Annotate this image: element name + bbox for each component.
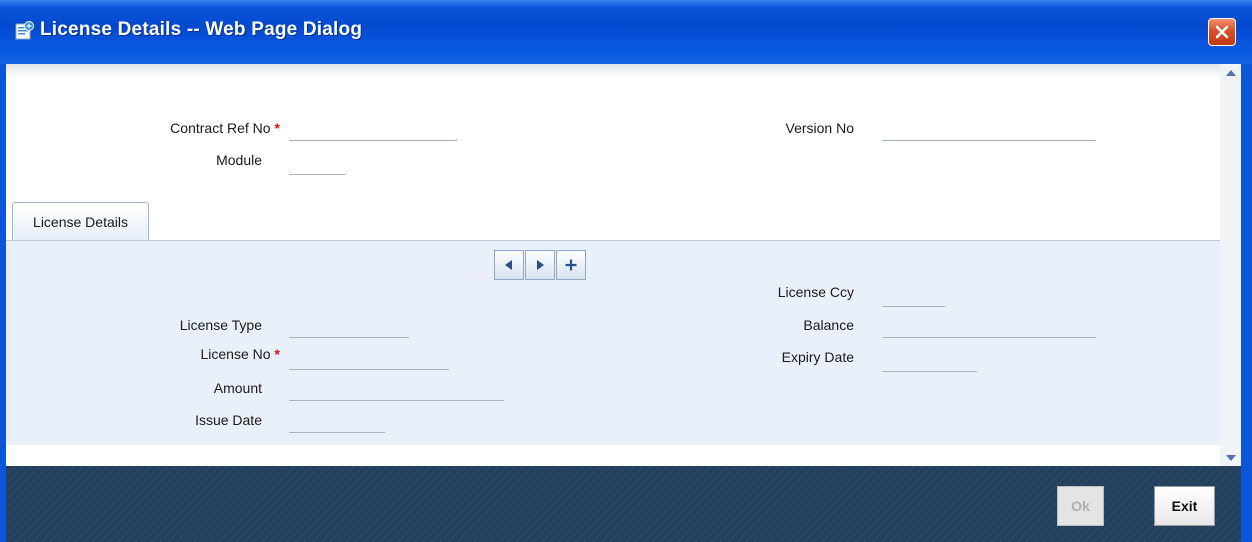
page-dialog-icon bbox=[15, 21, 34, 40]
window-frame-right bbox=[1241, 64, 1252, 542]
issue-date-label: Issue Date bbox=[195, 412, 262, 428]
license-type-field[interactable] bbox=[289, 322, 409, 338]
title-bar: License Details -- Web Page Dialog bbox=[0, 0, 1252, 64]
ok-button[interactable]: Ok bbox=[1057, 486, 1104, 526]
license-type-label: License Type bbox=[179, 317, 262, 333]
close-icon bbox=[1215, 25, 1229, 39]
previous-icon bbox=[505, 260, 512, 270]
version-no-label: Version No bbox=[785, 120, 854, 136]
scroll-down-button[interactable] bbox=[1222, 449, 1239, 466]
next-record-button[interactable] bbox=[525, 250, 555, 280]
module-label: Module bbox=[216, 152, 262, 168]
balance-label: Balance bbox=[803, 317, 854, 333]
close-button[interactable] bbox=[1208, 18, 1236, 46]
module-field[interactable] bbox=[289, 159, 346, 175]
expiry-date-label: Expiry Date bbox=[781, 349, 854, 365]
license-ccy-field[interactable] bbox=[882, 291, 945, 307]
scroll-down-icon bbox=[1225, 454, 1236, 461]
next-icon bbox=[537, 260, 544, 270]
vertical-scrollbar[interactable] bbox=[1220, 64, 1241, 466]
add-record-button[interactable] bbox=[556, 250, 586, 280]
balance-field[interactable] bbox=[882, 322, 1096, 338]
license-no-label-text: License No bbox=[200, 346, 271, 362]
license-no-label: License No * bbox=[102, 346, 281, 362]
dialog-footer bbox=[6, 466, 1241, 542]
dialog-content: Contract Ref No * Version No Module Licen… bbox=[6, 64, 1220, 466]
license-no-field[interactable] bbox=[289, 354, 449, 370]
record-navigation bbox=[494, 250, 586, 280]
exit-button[interactable]: Exit bbox=[1154, 486, 1215, 526]
contract-ref-field[interactable] bbox=[289, 125, 457, 141]
required-marker: * bbox=[274, 120, 280, 136]
window-title: License Details -- Web Page Dialog bbox=[40, 19, 363, 40]
contract-ref-label-text: Contract Ref No bbox=[170, 120, 271, 136]
tab-license-details[interactable]: License Details bbox=[12, 202, 149, 240]
required-marker: * bbox=[274, 346, 280, 362]
expiry-date-field[interactable] bbox=[882, 356, 977, 372]
amount-label: Amount bbox=[213, 380, 262, 396]
license-ccy-label: License Ccy bbox=[777, 284, 854, 300]
issue-date-field[interactable] bbox=[289, 417, 385, 433]
add-icon bbox=[565, 259, 577, 271]
version-no-field[interactable] bbox=[882, 125, 1096, 141]
amount-field[interactable] bbox=[289, 385, 504, 401]
tab-license-details-label: License Details bbox=[33, 213, 128, 230]
scroll-up-icon bbox=[1225, 69, 1236, 76]
contract-ref-label: Contract Ref No * bbox=[102, 120, 280, 136]
scroll-up-button[interactable] bbox=[1222, 64, 1239, 81]
previous-record-button[interactable] bbox=[494, 250, 524, 280]
toolbar-strip bbox=[6, 64, 1220, 78]
